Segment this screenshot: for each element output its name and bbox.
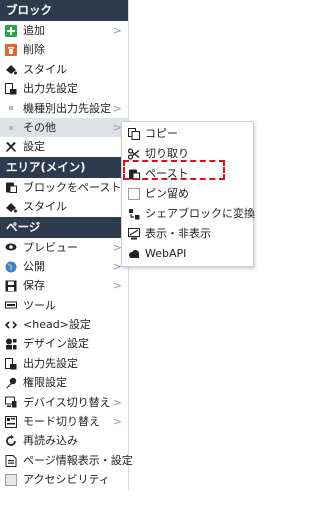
key-icon [5,377,17,389]
menu-item-label: 公開 [23,259,45,273]
submenu-item-label: 表示・非表示 [145,227,211,240]
menu-item-page-output[interactable]: 出力先設定 [0,354,128,373]
menu-item-label: 出力先設定 [23,82,78,96]
menu-item-label: ブロックをペースト [23,180,122,194]
submenu-item-paste[interactable]: ペースト [122,164,253,184]
menu-item-label: デザイン設定 [23,337,89,351]
submenu-item-share-block[interactable]: シェアブロックに変換 [122,204,255,224]
menu-item-page-info[interactable]: ページ情報表示・設定 [0,451,133,470]
paste-icon [5,181,17,194]
copy-icon [128,128,140,140]
submenu-item-label: 切り取り [145,147,189,160]
submenu-item-visibility[interactable]: 表示・非表示 [122,224,253,244]
bullet-icon [5,122,17,134]
cloud-icon [128,248,140,260]
design-icon [5,338,17,350]
section-header-area: エリア(メイン) [0,156,128,178]
submenu-item-label: コピー [145,127,178,140]
menu-item-mode-switch[interactable]: モード切り替え > [0,412,128,431]
chevron-right-icon: > [112,23,122,37]
add-icon [5,24,17,37]
menu-item-label: アクセシビリティ [23,473,110,487]
device-icon [5,396,17,408]
save-icon [5,280,17,292]
info-icon [5,454,17,467]
menu-item-label: 再読み込み [23,434,78,448]
menu-item-publish[interactable]: 公開 > [0,257,128,276]
section-header-block: ブロック [0,0,128,21]
mode-icon [5,415,17,428]
menu-item-label: 設定 [23,140,45,154]
menu-item-label: 保存 [23,279,45,293]
menu-item-label: デバイス切り替え [23,395,111,409]
menu-item-settings[interactable]: 設定 [0,137,128,156]
menu-item-permissions[interactable]: 権限設定 [0,373,128,392]
menu-item-tools[interactable]: ツール [0,296,128,315]
menu-item-label: 削除 [23,43,45,57]
submenu-item-label: シェアブロックに変換 [145,207,255,220]
menu-item-label: スタイル [23,62,67,76]
delete-icon [5,44,17,57]
submenu-item-cut[interactable]: 切り取り [122,144,253,164]
menu-item-label: 機種別出力先設定 [23,101,111,115]
menu-item-label: <head>設定 [23,318,91,332]
menu-item-label: ページ情報表示・設定 [23,453,133,467]
menu-item-head-settings[interactable]: <head>設定 [0,315,128,334]
style-icon [5,201,17,213]
menu-item-save[interactable]: 保存 > [0,276,128,295]
style-icon [5,63,17,75]
submenu-item-label: ペースト [145,167,189,180]
chevron-right-icon: > [112,395,122,409]
context-menu: ブロック 追加 > 削除 スタイル 出力先設定 機種別出力先設定 > その他 >… [0,0,133,490]
menu-item-design-settings[interactable]: デザイン設定 [0,334,128,353]
chevron-right-icon: > [112,279,122,293]
menu-item-label: 追加 [23,24,45,37]
output-icon [5,82,17,95]
submenu-item-label: ピン留め [145,187,189,200]
menu-item-delete[interactable]: 削除 [0,40,128,59]
submenu-item-label: WebAPI [145,247,187,260]
section-header-page: ページ [0,216,128,238]
menu-item-add[interactable]: 追加 > [0,21,128,40]
code-icon [5,319,17,331]
menu-item-label: プレビュー [23,240,78,254]
menu-item-label: スタイル [23,200,67,214]
tool-icon [5,299,17,311]
submenu-item-pin[interactable]: ピン留め [122,184,253,204]
accessibility-icon [5,473,17,486]
pin-icon [128,188,140,200]
settings-icon [5,141,17,153]
menu-item-style[interactable]: スタイル [0,60,128,79]
submenu-other: コピー 切り取り ペースト ピン留め シェアブロックに変換 表示・非表示 Web… [121,121,255,267]
menu-item-device-output[interactable]: 機種別出力先設定 > [0,99,128,118]
menu-item-label: その他 [23,120,56,134]
output-icon [5,357,17,370]
menu-item-preview[interactable]: プレビュー > [0,238,128,257]
reload-icon [5,435,17,447]
menu-item-label: 出力先設定 [23,356,78,370]
menu-item-other[interactable]: その他 > [0,117,128,138]
menu-item-label: モード切り替え [23,415,100,429]
menu-item-reload[interactable]: 再読み込み [0,431,128,450]
menu-item-output-settings[interactable]: 出力先設定 [0,79,128,98]
paste-icon [128,168,140,180]
menu-item-paste-block[interactable]: ブロックをペースト [0,178,128,197]
bullet-icon [5,102,17,114]
submenu-item-webapi[interactable]: WebAPI [122,244,253,264]
menu-item-label: ツール [23,298,56,312]
menu-item-accessibility[interactable]: アクセシビリティ [0,470,128,489]
cut-icon [128,148,140,160]
eye-icon [5,241,17,253]
submenu-item-copy[interactable]: コピー [122,124,253,144]
globe-icon [5,261,17,273]
menu-item-label: 権限設定 [23,376,67,390]
chevron-right-icon: > [112,101,122,115]
visibility-icon [128,228,140,240]
share-icon [128,208,140,220]
menu-item-device-switch[interactable]: デバイス切り替え > [0,393,128,412]
chevron-right-icon: > [112,415,122,429]
menu-item-area-style[interactable]: スタイル [0,197,128,216]
